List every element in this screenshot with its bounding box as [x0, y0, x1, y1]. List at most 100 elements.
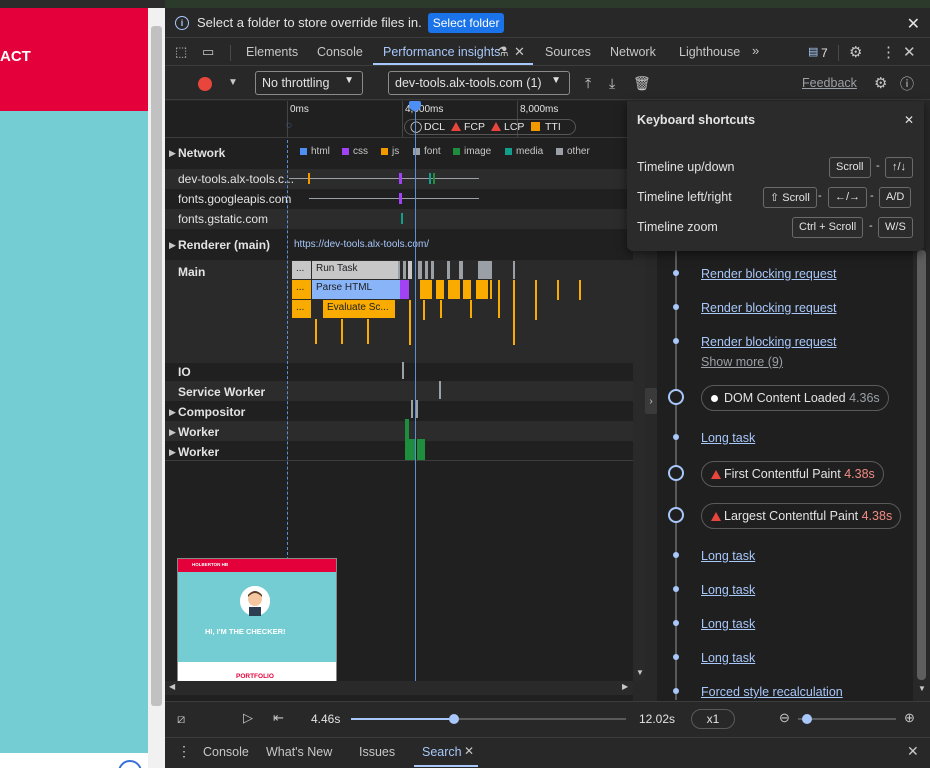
task-block[interactable]	[423, 300, 425, 320]
dcl-milestone[interactable]: DOM Content Loaded 4.36s	[701, 385, 889, 411]
help-icon[interactable]: ⓘ	[900, 74, 914, 94]
drawer-tab-console[interactable]: Console	[203, 745, 249, 759]
expand-worker-icon[interactable]: ▶	[169, 447, 176, 458]
inspect-element-icon[interactable]: ⬚	[175, 44, 187, 60]
task-block[interactable]	[513, 280, 515, 345]
drawer-tab-issues[interactable]: Issues	[359, 745, 395, 759]
task-block[interactable]	[400, 280, 409, 299]
tab-console[interactable]: Console	[317, 45, 363, 59]
zoom-slider[interactable]	[798, 718, 896, 720]
task-block[interactable]	[418, 261, 422, 279]
zoom-in-icon[interactable]: ⊕	[904, 710, 915, 726]
worker-event[interactable]	[405, 419, 409, 439]
more-options-icon[interactable]: ⋮	[881, 43, 896, 61]
task-block[interactable]	[463, 280, 471, 299]
task-block[interactable]	[408, 261, 412, 279]
io-event[interactable]	[402, 362, 404, 379]
lcp-milestone[interactable]: Largest Contentful Paint 4.38s	[701, 503, 902, 529]
record-button[interactable]	[198, 77, 212, 91]
issues-count[interactable]: 7	[821, 46, 828, 60]
task-block[interactable]	[448, 280, 460, 299]
long-task-link[interactable]: Long task	[701, 549, 755, 563]
task-block[interactable]: ...	[292, 300, 311, 318]
task-block[interactable]	[420, 280, 432, 299]
feedback-link[interactable]: Feedback	[802, 76, 857, 90]
expand-network-icon[interactable]: ▶	[169, 148, 176, 159]
tab-lighthouse[interactable]: Lighthouse	[679, 45, 740, 59]
request-bar[interactable]	[401, 213, 403, 224]
tab-sources[interactable]: Sources	[545, 45, 591, 59]
task-block[interactable]	[478, 261, 492, 279]
task-block[interactable]: ...	[292, 280, 311, 299]
delete-icon[interactable]: 🗑	[633, 75, 651, 92]
play-icon[interactable]: ▷	[243, 710, 253, 726]
select-folder-button[interactable]: Select folder	[427, 12, 505, 33]
tab-network[interactable]: Network	[610, 45, 656, 59]
expand-renderer-icon[interactable]: ▶	[169, 240, 176, 251]
settings-gear-icon[interactable]: ⚙	[849, 43, 862, 61]
issues-icon[interactable]: ▤	[808, 45, 818, 58]
drawer-tab-search[interactable]: Search	[422, 745, 462, 759]
scroll-down-icon[interactable]: ▼	[918, 684, 926, 693]
task-block[interactable]	[459, 261, 463, 279]
playback-speed-button[interactable]: x1	[691, 709, 735, 729]
record-dropdown-arrow-icon[interactable]: ▼	[228, 77, 238, 88]
expand-worker-icon[interactable]: ▶	[169, 427, 176, 438]
render-blocking-link[interactable]: Render blocking request	[701, 301, 837, 315]
task-block[interactable]	[367, 319, 369, 344]
parse-html-block[interactable]: Parse HTML	[312, 280, 400, 299]
close-tab-icon[interactable]: ✕	[514, 44, 525, 60]
long-task-link[interactable]: Long task	[701, 617, 755, 631]
task-block[interactable]	[341, 319, 343, 344]
close-icon[interactable]: ✕	[904, 113, 914, 127]
request-bar[interactable]	[399, 173, 402, 184]
network-host[interactable]: fonts.gstatic.com	[178, 212, 268, 226]
forced-style-recalc-link[interactable]: Forced style recalculation	[701, 685, 843, 699]
show-more-link[interactable]: Show more (9)	[701, 355, 783, 369]
sw-event[interactable]	[439, 381, 441, 399]
task-block[interactable]	[513, 261, 515, 279]
task-block[interactable]	[476, 280, 488, 299]
close-drawer-icon[interactable]: ✕	[907, 743, 919, 760]
close-devtools-icon[interactable]: ✕	[903, 43, 916, 61]
long-task-link[interactable]: Long task	[701, 431, 755, 445]
fcp-milestone[interactable]: First Contentful Paint 4.38s	[701, 461, 884, 487]
task-block[interactable]	[557, 280, 559, 300]
device-toolbar-icon[interactable]: ▭	[202, 44, 214, 60]
task-block[interactable]	[315, 319, 317, 344]
network-host[interactable]: fonts.googleapis.com	[178, 192, 291, 206]
task-block[interactable]	[403, 261, 406, 279]
panel-settings-icon[interactable]: ⚙	[874, 74, 887, 92]
playback-slider-knob[interactable]	[449, 714, 459, 724]
recording-select-dropdown[interactable]: dev-tools.alx-tools.com (1) ▼	[388, 71, 570, 95]
scroll-right-icon[interactable]: ▶	[622, 682, 628, 691]
task-block[interactable]	[535, 280, 537, 320]
insights-scrollbar-thumb[interactable]	[917, 250, 926, 680]
zoom-out-icon[interactable]: ⊖	[779, 710, 790, 726]
task-block[interactable]	[440, 300, 442, 318]
request-bar[interactable]	[429, 173, 431, 184]
drawer-tab-whats-new[interactable]: What's New	[266, 745, 332, 759]
zoom-slider-knob[interactable]	[802, 714, 812, 724]
collapse-sidebar-icon[interactable]: ›	[645, 388, 657, 414]
task-block[interactable]	[447, 261, 450, 279]
run-task-block[interactable]: Run Task	[312, 261, 398, 279]
task-block[interactable]	[409, 300, 411, 345]
request-bar[interactable]	[289, 178, 479, 179]
request-bar[interactable]	[399, 193, 402, 204]
task-block[interactable]	[470, 300, 472, 318]
task-block[interactable]	[425, 261, 428, 279]
screenshots-toggle-icon[interactable]: ⧄	[177, 711, 185, 727]
task-block[interactable]	[498, 280, 500, 318]
request-bar[interactable]	[308, 173, 310, 184]
download-icon[interactable]: ⤓	[609, 75, 615, 92]
task-block[interactable]: ...	[292, 261, 311, 279]
close-icon[interactable]: ✕	[907, 14, 920, 34]
long-task-link[interactable]: Long task	[701, 651, 755, 665]
render-blocking-link[interactable]: Render blocking request	[701, 335, 837, 349]
render-blocking-link[interactable]: Render blocking request	[701, 267, 837, 281]
tab-elements[interactable]: Elements	[246, 45, 298, 59]
throttling-dropdown[interactable]: No throttling ▼	[255, 71, 363, 95]
more-tabs-icon[interactable]: »	[752, 43, 759, 58]
network-host[interactable]: dev-tools.alx-tools.c...	[178, 172, 294, 186]
